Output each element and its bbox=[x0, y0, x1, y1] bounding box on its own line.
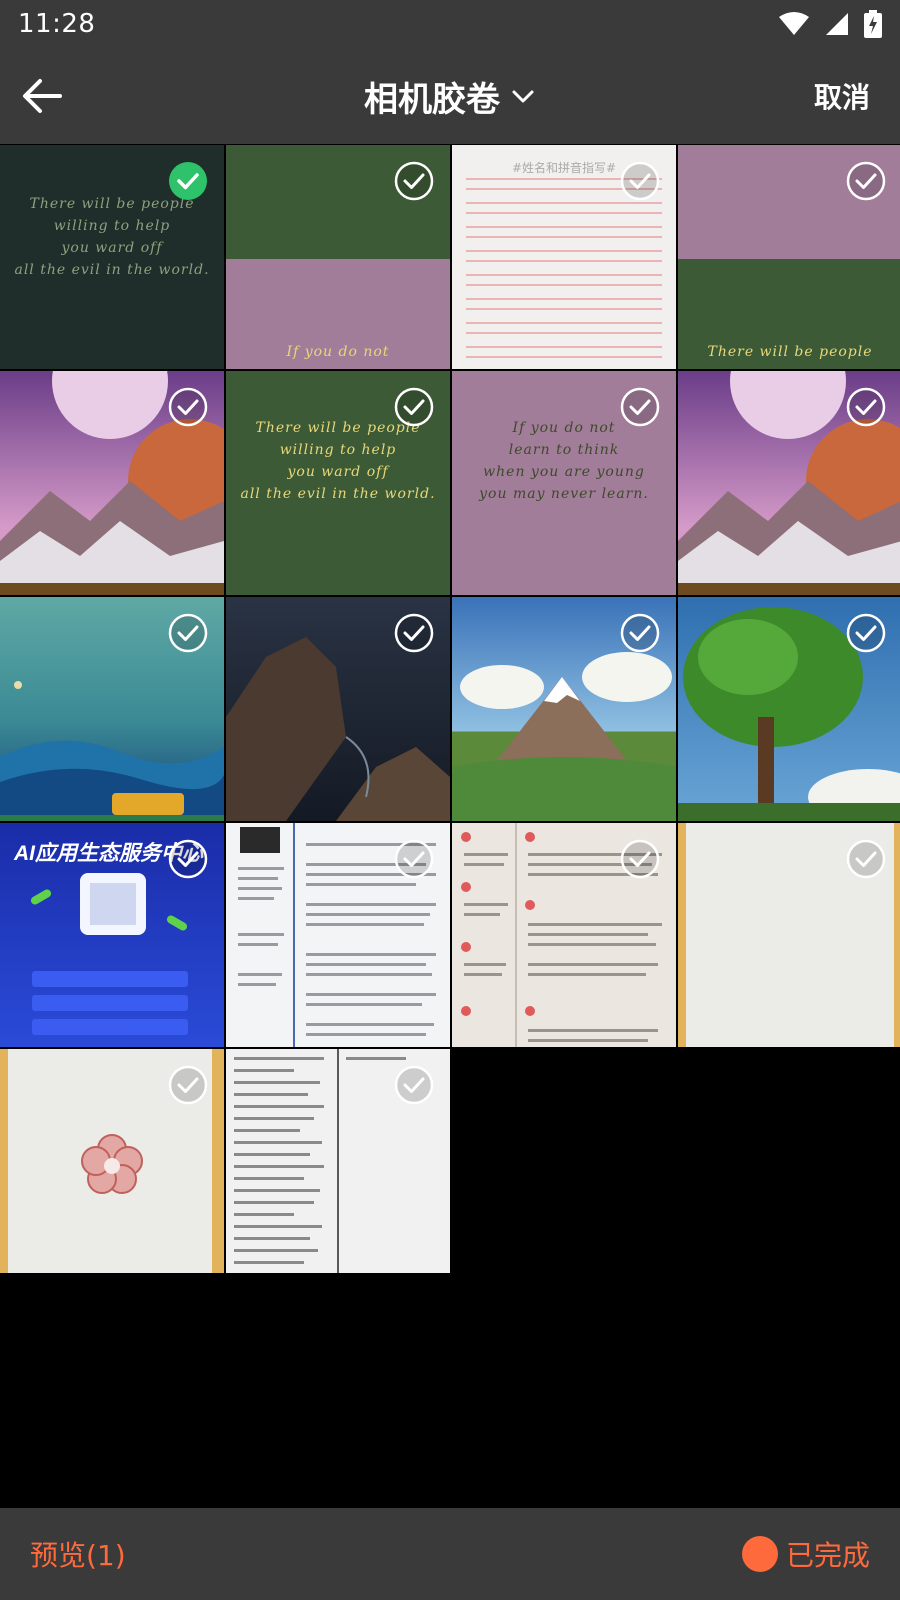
done-badge-icon bbox=[741, 1536, 778, 1572]
arrow-left-icon bbox=[23, 79, 62, 113]
cellular-signal-icon bbox=[826, 13, 848, 35]
photo-tile[interactable] bbox=[226, 597, 450, 821]
photo-caption: willing to help bbox=[279, 442, 397, 458]
back-button[interactable] bbox=[22, 68, 78, 124]
photo-caption: willing to help bbox=[53, 218, 171, 234]
select-circle-icon[interactable] bbox=[168, 613, 208, 653]
photo-grid: There will be people willing to help you… bbox=[0, 145, 900, 1273]
select-circle-icon[interactable] bbox=[620, 387, 660, 427]
photo-caption: all the evil in the world. bbox=[14, 262, 210, 278]
photo-tile[interactable] bbox=[678, 597, 900, 821]
photo-caption: you ward off bbox=[61, 240, 163, 256]
photo-tile[interactable] bbox=[678, 823, 900, 1047]
photo-tile[interactable]: AI应用生态服务中心 bbox=[0, 823, 224, 1047]
photo-tile[interactable] bbox=[452, 823, 676, 1047]
photo-tile[interactable]: #姓名和拼音指写# bbox=[452, 145, 676, 369]
photo-tile[interactable] bbox=[0, 371, 224, 595]
status-bar: 11:28 bbox=[0, 0, 900, 48]
photo-tile[interactable]: If you do not bbox=[226, 145, 450, 369]
select-circle-icon[interactable] bbox=[846, 839, 886, 879]
photo-tile[interactable] bbox=[452, 597, 676, 821]
preview-button[interactable]: 预览(1) bbox=[30, 1534, 126, 1574]
photo-tile[interactable] bbox=[678, 371, 900, 595]
bottom-bar: 预览(1) 已完成 bbox=[0, 1508, 900, 1600]
select-circle-icon[interactable] bbox=[846, 613, 886, 653]
select-circle-icon[interactable] bbox=[394, 613, 434, 653]
done-label: 已完成 bbox=[785, 1539, 870, 1572]
photo-tile[interactable] bbox=[0, 597, 224, 821]
photo-caption: when you are young bbox=[483, 464, 645, 480]
select-circle-icon[interactable] bbox=[620, 839, 660, 879]
photo-tile[interactable]: There will be people willing to help you… bbox=[226, 371, 450, 595]
cancel-button[interactable]: 取消 bbox=[814, 76, 870, 116]
app-bar: 相机胶卷 取消 bbox=[0, 48, 900, 144]
photo-caption: all the evil in the world. bbox=[240, 486, 436, 502]
select-circle-icon[interactable] bbox=[394, 161, 434, 201]
select-circle-icon[interactable] bbox=[394, 1065, 434, 1105]
album-title: 相机胶卷 bbox=[364, 79, 500, 120]
photo-caption: learn to think bbox=[508, 442, 620, 458]
select-circle-icon[interactable] bbox=[846, 387, 886, 427]
select-circle-icon[interactable] bbox=[168, 387, 208, 427]
battery-charging-icon bbox=[864, 10, 882, 38]
photo-caption: you ward off bbox=[287, 464, 389, 480]
select-circle-icon[interactable] bbox=[846, 161, 886, 201]
chevron-down-icon bbox=[512, 90, 534, 103]
select-circle-icon[interactable] bbox=[620, 161, 660, 201]
select-circle-icon[interactable] bbox=[394, 387, 434, 427]
select-circle-icon[interactable] bbox=[620, 613, 660, 653]
photo-tile[interactable]: There will be people willing to help you… bbox=[0, 145, 224, 369]
photo-tile[interactable] bbox=[226, 1049, 450, 1273]
photo-caption: If you do not bbox=[286, 344, 390, 360]
select-circle-icon[interactable] bbox=[168, 1065, 208, 1105]
done-button[interactable]: 已完成 bbox=[741, 1534, 870, 1574]
photo-caption: There will be people bbox=[707, 344, 873, 360]
photo-tile[interactable]: If you do not learn to think when you ar… bbox=[452, 371, 676, 595]
wifi-icon bbox=[779, 12, 809, 35]
status-time: 11:28 bbox=[18, 9, 96, 39]
select-circle-icon[interactable] bbox=[394, 839, 434, 879]
photo-caption: you may never learn. bbox=[479, 486, 649, 502]
photo-tile[interactable] bbox=[226, 823, 450, 1047]
selected-check-icon[interactable] bbox=[168, 161, 208, 201]
album-selector[interactable]: 相机胶卷 bbox=[364, 72, 536, 121]
photo-tile[interactable]: There will be people bbox=[678, 145, 900, 369]
status-icons bbox=[778, 10, 882, 38]
photo-tile[interactable] bbox=[0, 1049, 224, 1273]
select-circle-icon[interactable] bbox=[168, 839, 208, 879]
